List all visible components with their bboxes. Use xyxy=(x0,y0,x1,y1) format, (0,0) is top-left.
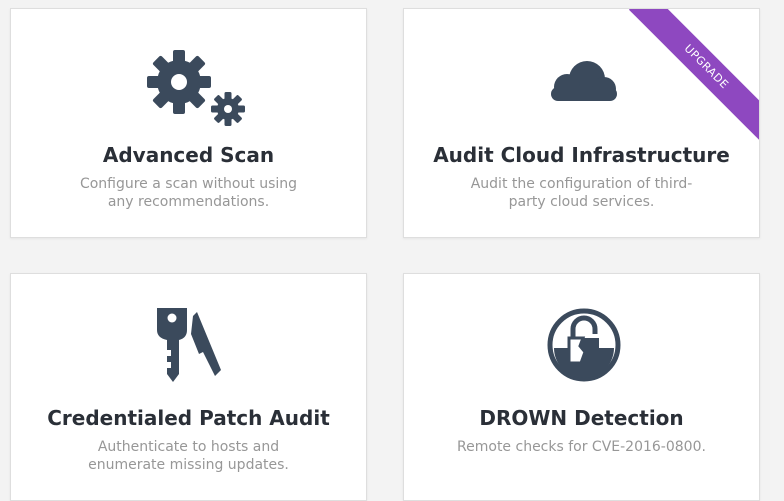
advanced-scan-card[interactable]: Advanced Scan Configure a scan without u… xyxy=(10,8,367,238)
card-description: Configure a scan without using any recom… xyxy=(79,176,298,210)
drown-detection-card[interactable]: DROWN Detection Remote checks for CVE-20… xyxy=(403,273,760,501)
card-title: Audit Cloud Infrastructure xyxy=(433,143,730,167)
cloud-icon xyxy=(551,61,617,101)
upgrade-badge: UPGRADE xyxy=(628,9,759,145)
upgrade-ribbon: UPGRADE xyxy=(619,9,759,149)
credentialed-patch-audit-card[interactable]: Credentialed Patch Audit Authenticate to… xyxy=(10,273,367,501)
broken-lock-icon xyxy=(547,308,621,382)
card-title: Credentialed Patch Audit xyxy=(47,406,330,430)
card-description: Remote checks for CVE-2016-0800. xyxy=(457,439,706,455)
keys-icon xyxy=(157,308,221,382)
card-title: Advanced Scan xyxy=(102,143,275,167)
card-description: Audit the configuration of third- party … xyxy=(470,176,693,210)
audit-cloud-infrastructure-card[interactable]: UPGRADE Audit Cloud Infrastructure Audit… xyxy=(403,8,760,238)
card-title: DROWN Detection xyxy=(479,406,684,430)
gears-icon xyxy=(147,50,245,126)
card-description: Authenticate to hosts and enumerate miss… xyxy=(88,439,289,473)
